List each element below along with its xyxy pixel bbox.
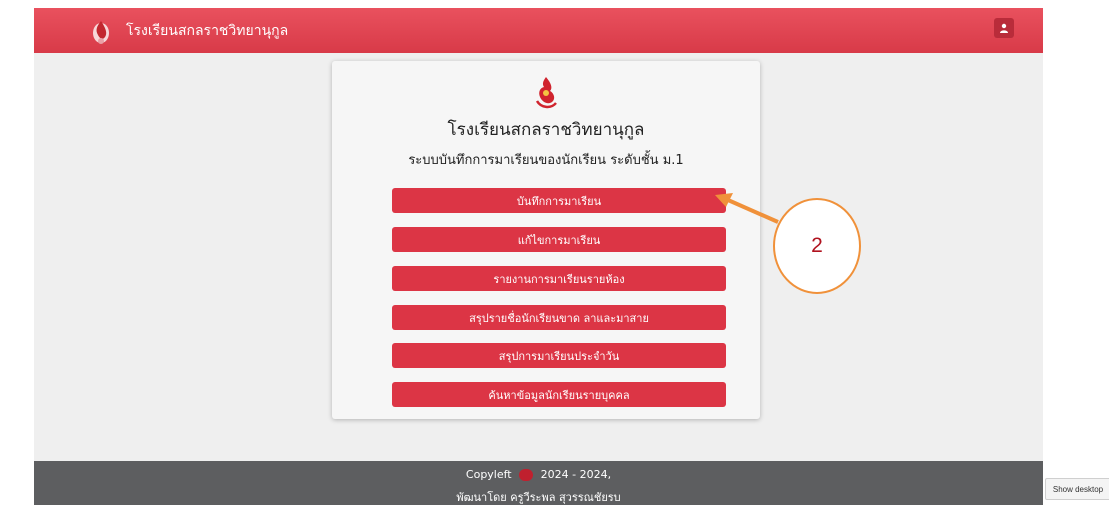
copyleft-icon: [519, 469, 534, 481]
user-menu-button[interactable]: [994, 18, 1014, 38]
footer: Copyleft 2024 - 2024, พัฒนาโดย ครูวีระพล…: [34, 461, 1043, 505]
copyleft-label: Copyleft: [465, 468, 512, 481]
search-student-button[interactable]: ค้นหาข้อมูลนักเรียนรายบุคคล: [392, 382, 726, 407]
main-menu-card: โรงเรียนสกลราชวิทยานุกูล ระบบบันทึกการมา…: [332, 61, 760, 419]
copyleft-years: 2024 - 2024,: [540, 468, 612, 481]
daily-attendance-summary-button[interactable]: สรุปการมาเรียนประจำวัน: [392, 343, 726, 368]
school-logo-icon[interactable]: [89, 18, 113, 46]
browser-viewport: โรงเรียนสกลราชวิทยานุกูล โรงเรียนสกลราชว…: [34, 8, 1043, 505]
footer-copyleft-line: Copyleft 2024 - 2024,: [34, 468, 1043, 481]
school-emblem-icon: [535, 77, 557, 109]
footer-developer-credit: พัฒนาโดย ครูวีระพล สุวรรณชัยรบ: [456, 491, 621, 504]
system-subtitle: ระบบบันทึกการมาเรียนของนักเรียน ระดับชั้…: [408, 153, 684, 168]
user-icon: [1000, 23, 1008, 33]
class-attendance-report-button[interactable]: รายงานการมาเรียนรายห้อง: [392, 266, 726, 291]
absent-leave-late-summary-button[interactable]: สรุปรายชื่อนักเรียนขาด ลาและมาสาย: [392, 305, 726, 330]
edit-attendance-button[interactable]: แก้ไขการมาเรียน: [392, 227, 726, 252]
show-desktop-button[interactable]: Show desktop: [1045, 478, 1109, 500]
navbar: โรงเรียนสกลราชวิทยานุกูล: [34, 8, 1043, 53]
callout-step-number: 2: [811, 234, 823, 257]
record-attendance-button[interactable]: บันทึกการมาเรียน: [392, 188, 726, 213]
brand-name[interactable]: โรงเรียนสกลราชวิทยานุกูล: [126, 20, 288, 42]
school-name-heading: โรงเรียนสกลราชวิทยานุกูล: [447, 120, 645, 140]
